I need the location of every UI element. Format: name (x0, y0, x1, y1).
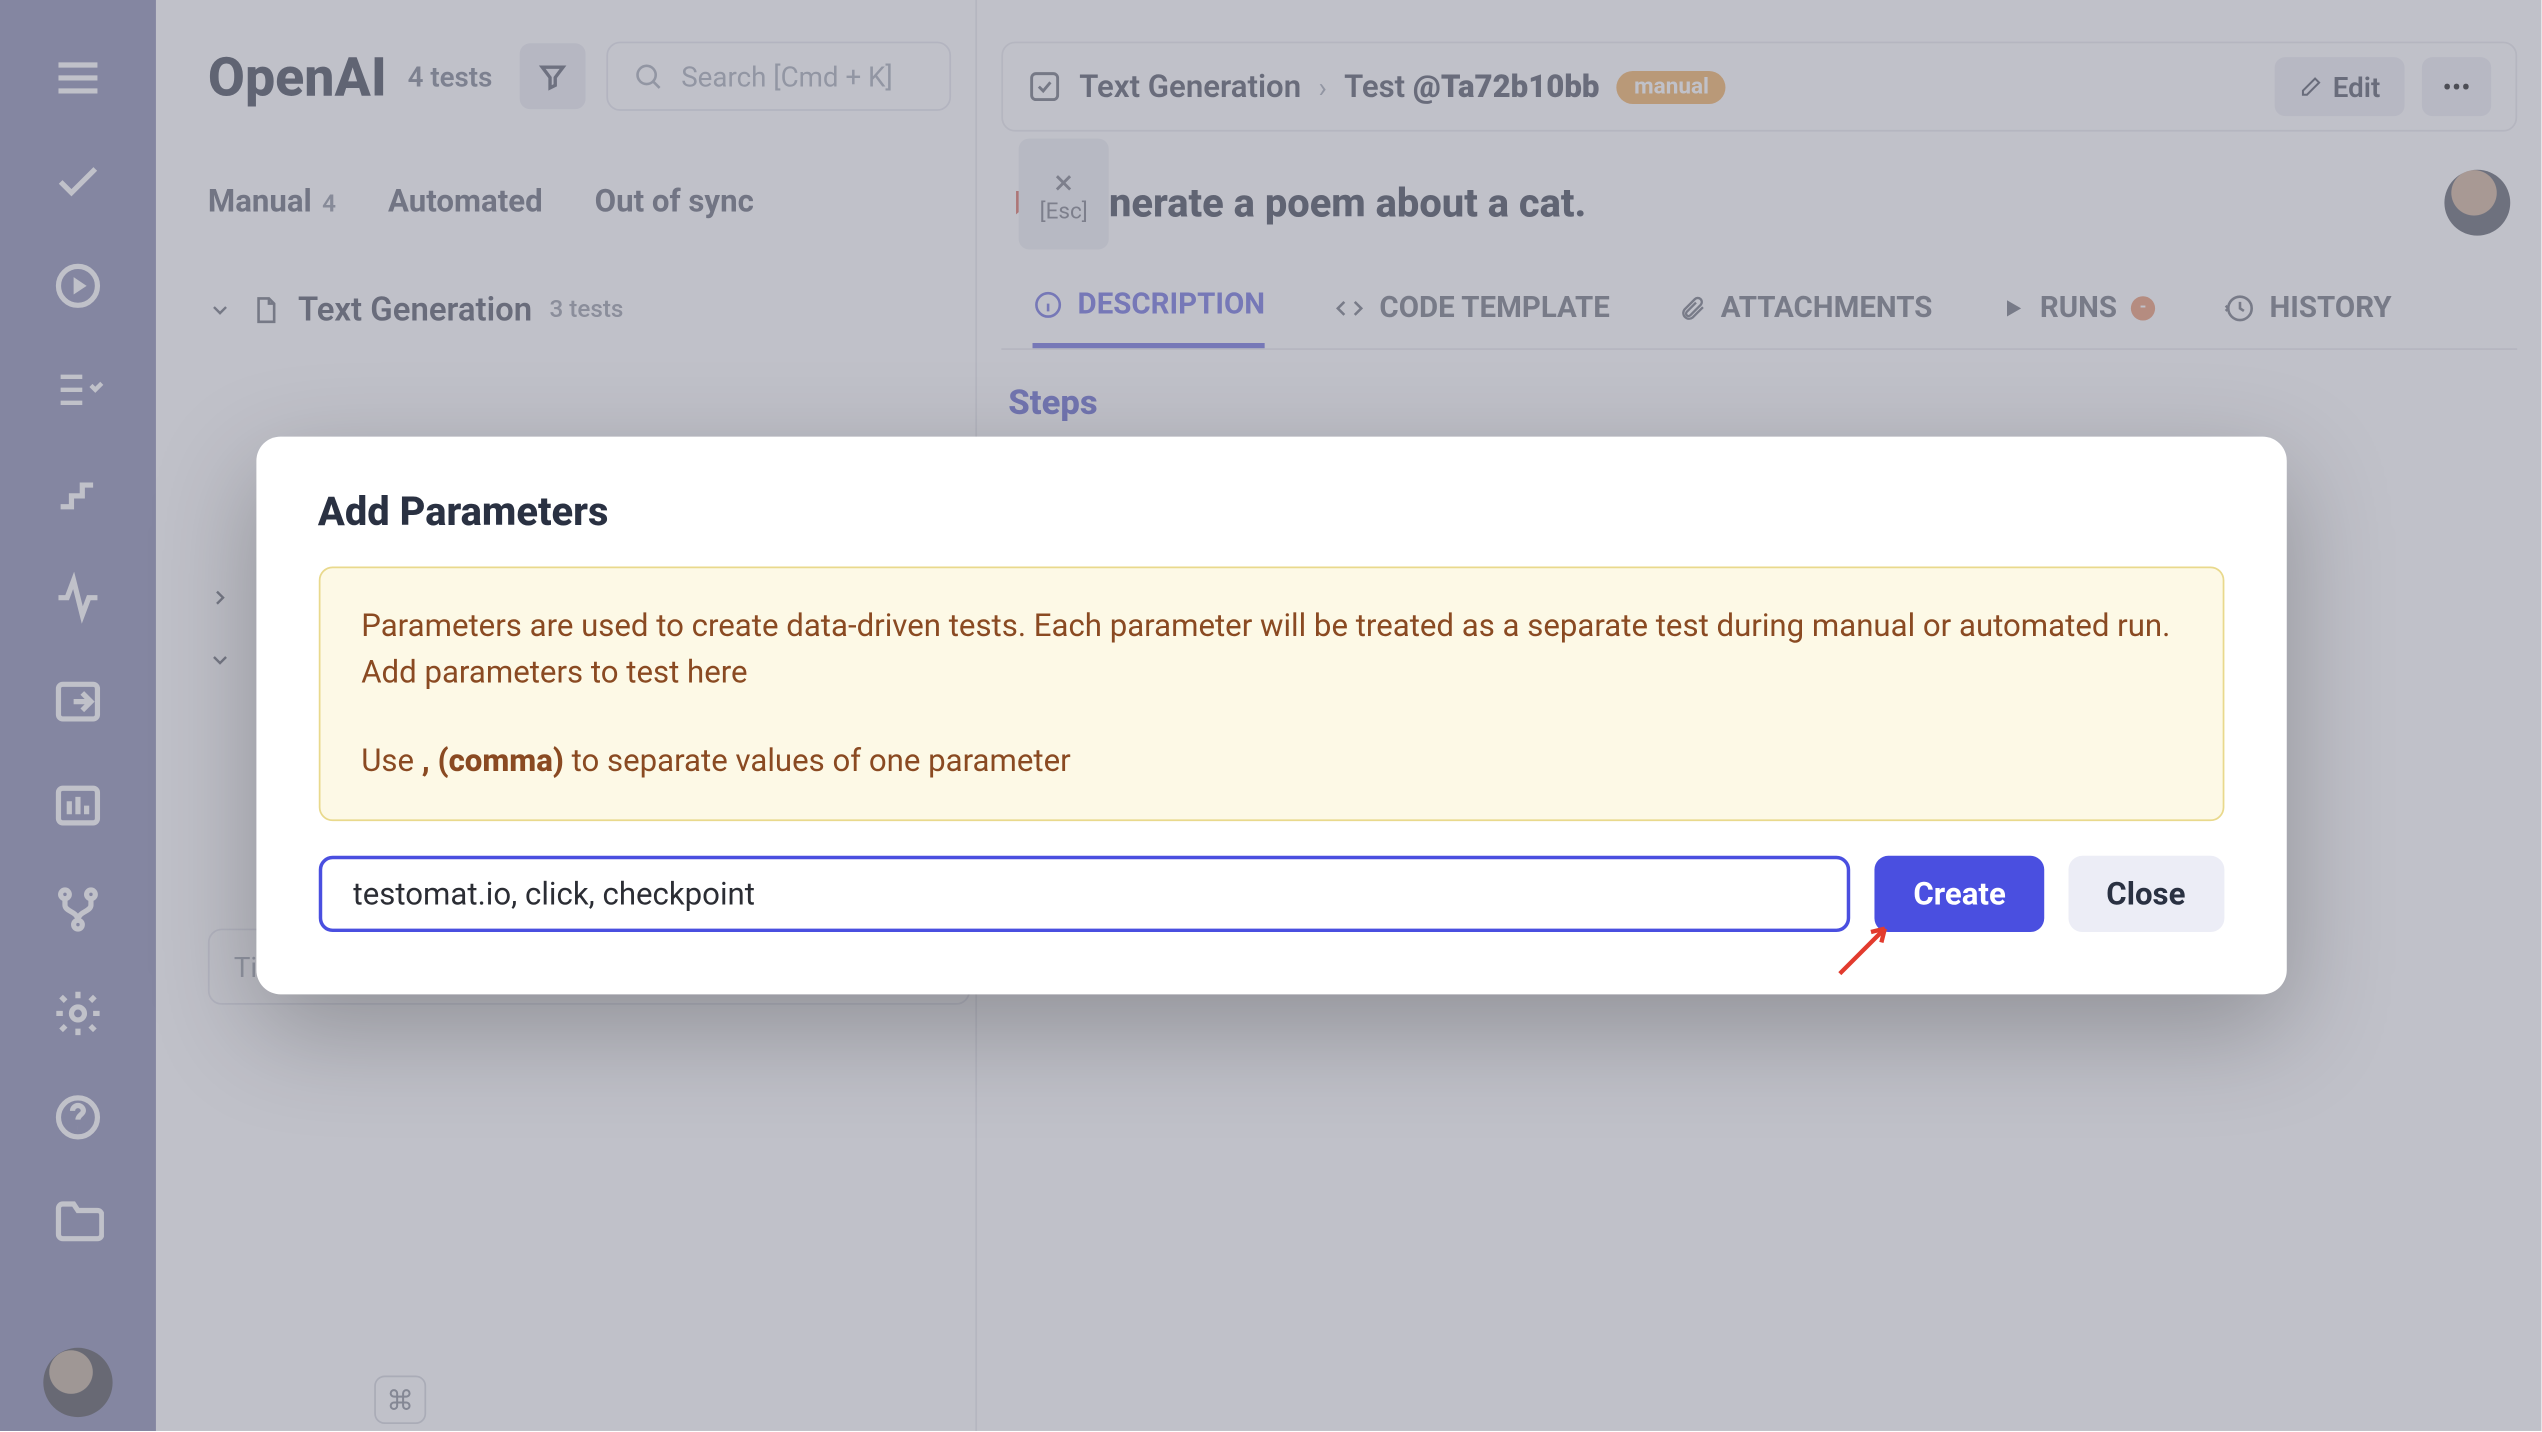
close-button[interactable]: Close (2068, 856, 2223, 932)
modal-info: Parameters are used to create data-drive… (318, 566, 2224, 821)
modal-title: Add Parameters (318, 489, 2224, 536)
modal-overlay[interactable]: Add Parameters Parameters are used to cr… (0, 0, 2541, 1431)
parameters-input[interactable] (318, 856, 1851, 932)
create-button[interactable]: Create (1875, 856, 2044, 932)
add-parameters-modal: Add Parameters Parameters are used to cr… (256, 437, 2286, 995)
